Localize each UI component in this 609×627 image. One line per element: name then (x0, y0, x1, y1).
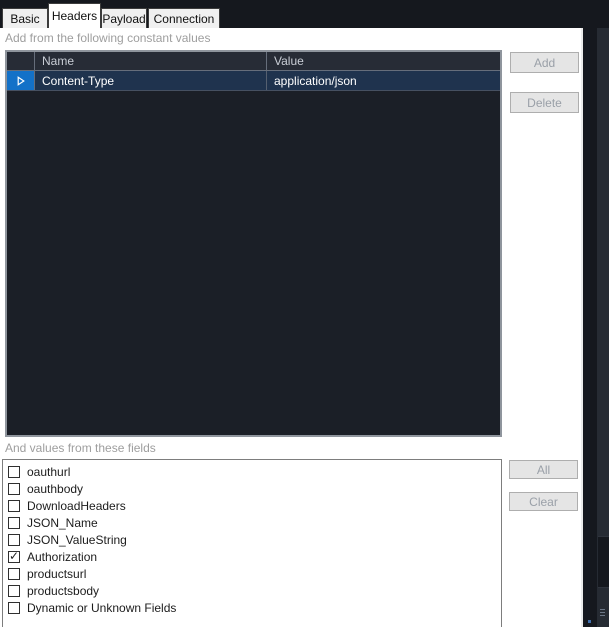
field-label: JSON_Name (27, 515, 98, 530)
current-row-arrow-icon (17, 75, 25, 86)
checkbox-icon[interactable]: ✓ (8, 516, 20, 529)
field-check-item[interactable]: ✓ Dynamic or Unknown Fields (3, 599, 501, 616)
tab-connection[interactable]: Connection (148, 8, 220, 28)
window-edge-inner (583, 0, 597, 627)
field-check-item[interactable]: ✓ JSON_Name (3, 514, 501, 531)
field-check-item[interactable]: ✓ oauthurl (3, 463, 501, 480)
fields-section-label: And values from these fields (5, 441, 156, 455)
field-label: DownloadHeaders (27, 498, 126, 513)
checkmark-icon: ✓ (9, 548, 20, 563)
checkbox-icon[interactable]: ✓ (8, 548, 20, 563)
field-label: oauthbody (27, 481, 84, 496)
tab-strip: Basic Headers Payload Connection (0, 0, 609, 28)
field-label: productsbody (27, 583, 100, 598)
checkbox-icon[interactable]: ✓ (8, 533, 20, 546)
grid-data-row[interactable]: Content-Type application/json (7, 71, 500, 91)
field-label: Dynamic or Unknown Fields (27, 600, 177, 615)
grip-line (600, 609, 605, 610)
grid-column-header-value[interactable]: Value (267, 52, 500, 70)
constants-grid[interactable]: Name Value Content-Type application/json (5, 50, 502, 437)
row-selector-cell[interactable] (7, 71, 35, 90)
field-check-item[interactable]: ✓ Authorization (3, 548, 501, 565)
cell-value[interactable]: application/json (267, 71, 500, 90)
grid-rows: Content-Type application/json (7, 71, 500, 91)
field-label: oauthurl (27, 464, 71, 479)
field-check-item[interactable]: ✓ DownloadHeaders (3, 497, 501, 514)
constants-section-label: Add from the following constant values (5, 31, 211, 45)
grid-column-header-name[interactable]: Name (35, 52, 267, 70)
field-check-item[interactable]: ✓ JSON_ValueString (3, 531, 501, 548)
fields-checklist[interactable]: ✓ oauthurl ✓ oauthbody ✓ DownloadHeaders… (2, 459, 502, 627)
tab-payload[interactable]: Payload (101, 8, 147, 28)
clear-button[interactable]: Clear (509, 492, 578, 511)
checkbox-icon[interactable]: ✓ (8, 482, 20, 495)
checkbox-icon[interactable]: ✓ (8, 465, 20, 478)
grip-line (600, 612, 605, 613)
headers-dialog: Basic Headers Payload Connection Add fro… (0, 0, 609, 627)
edge-dot (588, 620, 591, 623)
checkbox-icon[interactable]: ✓ (8, 601, 20, 614)
cell-name[interactable]: Content-Type (35, 71, 267, 90)
field-label: JSON_ValueString (27, 532, 127, 547)
tab-basic[interactable]: Basic (2, 8, 48, 28)
window-edge-panel (598, 536, 609, 588)
grid-header-row: Name Value (7, 52, 500, 71)
add-button[interactable]: Add (510, 52, 579, 73)
delete-button[interactable]: Delete (510, 92, 579, 113)
field-check-item[interactable]: ✓ productsurl (3, 565, 501, 582)
all-button[interactable]: All (509, 460, 578, 479)
checkbox-icon[interactable]: ✓ (8, 499, 20, 512)
field-label: Authorization (27, 549, 98, 564)
tab-headers[interactable]: Headers (48, 3, 101, 28)
grip-line (600, 615, 605, 616)
checkbox-icon[interactable]: ✓ (8, 584, 20, 597)
field-label: productsurl (27, 566, 87, 581)
checkbox-icon[interactable]: ✓ (8, 567, 20, 580)
grid-row-selector-header (7, 52, 35, 70)
field-check-item[interactable]: ✓ productsbody (3, 582, 501, 599)
field-check-item[interactable]: ✓ oauthbody (3, 480, 501, 497)
